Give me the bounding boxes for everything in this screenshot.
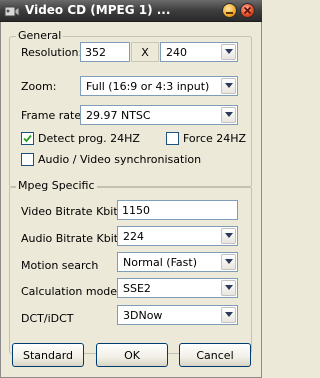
- frame-rate-select[interactable]: 29.97 NTSC: [80, 105, 238, 125]
- chevron-down-icon: [225, 259, 233, 264]
- motion-search-select[interactable]: Normal (Fast): [117, 252, 238, 272]
- zoom-dropdown-button[interactable]: [221, 78, 236, 94]
- calculation-mode-dropdown-button[interactable]: [221, 280, 236, 296]
- resolution-height-combo[interactable]: 240: [160, 42, 238, 62]
- chevron-down-icon: [225, 312, 233, 317]
- resolution-height-dropdown-button[interactable]: [221, 44, 236, 60]
- dct-value: 3DNow: [123, 309, 163, 322]
- zoom-label: Zoom:: [21, 80, 57, 93]
- zoom-select[interactable]: Full (16:9 or 4:3 input): [80, 76, 238, 96]
- dct-dropdown-button[interactable]: [221, 307, 236, 323]
- motion-search-value: Normal (Fast): [123, 256, 197, 269]
- motion-search-dropdown-button[interactable]: [221, 254, 236, 270]
- calculation-mode-label: Calculation mode: [21, 285, 118, 298]
- minimize-icon: [226, 12, 233, 14]
- motion-search-label: Motion search: [21, 259, 99, 272]
- video-bitrate-label: Video Bitrate Kbits: [21, 205, 124, 218]
- force-24hz-checkbox[interactable]: [166, 132, 179, 145]
- audio-bitrate-select[interactable]: 224: [117, 226, 238, 246]
- close-button[interactable]: [240, 3, 255, 18]
- audio-bitrate-label: Audio Bitrate Kbits: [21, 232, 124, 245]
- calculation-mode-select[interactable]: SSE2: [117, 278, 238, 298]
- dct-label: DCT/iDCT: [21, 312, 74, 325]
- resolution-label: Resolution:: [21, 46, 83, 59]
- video-bitrate-input[interactable]: 1150: [117, 200, 238, 220]
- resolution-height-value: 240: [166, 46, 187, 59]
- mpeg-specific-legend: Mpeg Specific: [16, 179, 97, 192]
- dct-select[interactable]: 3DNow: [117, 305, 238, 325]
- cancel-button[interactable]: Cancel: [179, 343, 251, 367]
- frame-rate-label: Frame rate:: [21, 109, 85, 122]
- window-title: Video CD (MPEG 1) ...: [25, 3, 171, 17]
- close-icon: [243, 6, 252, 15]
- detect-prog-label[interactable]: Detect prog. 24HZ: [38, 132, 140, 145]
- resolution-width-value: 352: [85, 46, 106, 59]
- app-icon: [4, 6, 20, 17]
- dialog-body: General Resolution: 352 X 240 Zoom: Full…: [0, 22, 262, 378]
- chevron-down-icon: [225, 83, 233, 88]
- audio-bitrate-dropdown-button[interactable]: [221, 228, 236, 244]
- resolution-width-input[interactable]: 352: [80, 42, 130, 62]
- general-legend: General: [16, 29, 64, 42]
- video-bitrate-value: 1150: [122, 204, 150, 217]
- chevron-down-icon: [225, 285, 233, 290]
- audio-bitrate-value: 224: [123, 230, 144, 243]
- chevron-down-icon: [225, 112, 233, 117]
- av-sync-checkbox[interactable]: [21, 153, 34, 166]
- chevron-down-icon: [225, 49, 233, 54]
- ok-button[interactable]: OK: [96, 343, 168, 367]
- resolution-separator-text: X: [141, 46, 149, 59]
- checkmark-icon: [23, 134, 32, 143]
- detect-prog-checkbox[interactable]: [21, 132, 34, 145]
- resolution-separator: X: [131, 42, 159, 62]
- zoom-value: Full (16:9 or 4:3 input): [86, 80, 210, 93]
- calculation-mode-value: SSE2: [123, 282, 151, 295]
- chevron-down-icon: [225, 233, 233, 238]
- frame-rate-dropdown-button[interactable]: [221, 107, 236, 123]
- frame-rate-value: 29.97 NTSC: [86, 109, 151, 122]
- av-sync-label[interactable]: Audio / Video synchronisation: [38, 153, 201, 166]
- title-bar: Video CD (MPEG 1) ...: [0, 0, 262, 22]
- standard-button[interactable]: Standard: [12, 343, 84, 367]
- force-24hz-label[interactable]: Force 24HZ: [183, 132, 246, 145]
- minimize-button[interactable]: [222, 3, 237, 18]
